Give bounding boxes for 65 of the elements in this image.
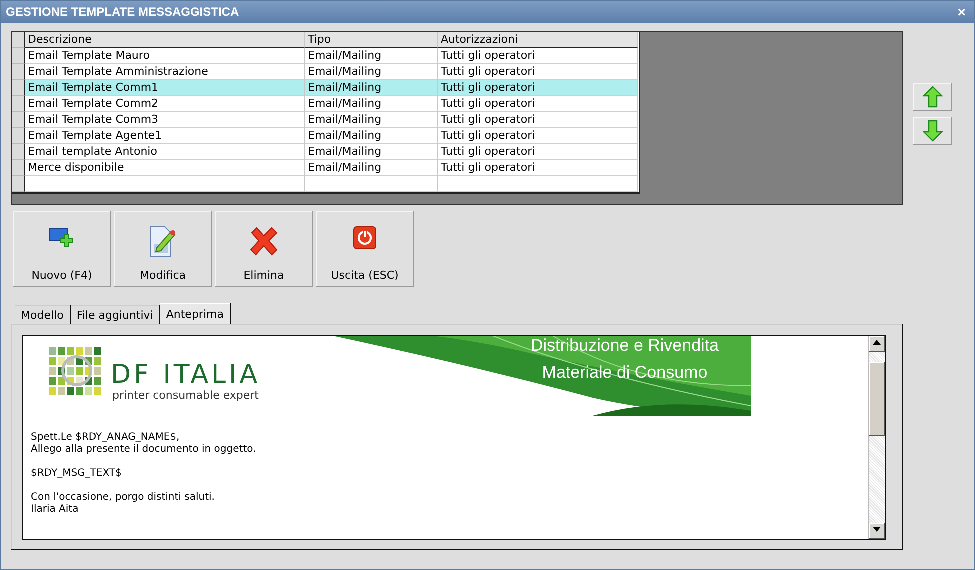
table-cell[interactable]: Email/Mailing: [305, 64, 438, 80]
table-cell[interactable]: Email Template Comm3: [25, 112, 305, 128]
banner-headline: Distribuzione e Rivendita: [530, 337, 719, 355]
table-cell[interactable]: Tutti gli operatori: [438, 144, 638, 160]
table-cell[interactable]: Email Template Comm2: [25, 96, 305, 112]
row-header[interactable]: [12, 112, 25, 128]
delete-x-icon: [249, 226, 279, 256]
table-cell[interactable]: Email/Mailing: [305, 80, 438, 96]
down-triangle-icon: [873, 527, 881, 532]
column-header[interactable]: Descrizione: [25, 32, 305, 48]
brand-tagline: printer consumable expert: [112, 388, 259, 402]
toolbar-button[interactable]: Modifica: [114, 211, 212, 287]
tab[interactable]: Modello: [15, 305, 71, 324]
table-cell[interactable]: Email Template Amministrazione: [25, 64, 305, 80]
email-paragraph: Con l'occasione, porgo distinti saluti. Ilaria Aita: [31, 492, 216, 516]
banner-headline: Materiale di Consumo: [542, 363, 708, 383]
table-cell[interactable]: Tutti gli operatori: [438, 160, 638, 176]
row-header[interactable]: [12, 160, 25, 176]
table-cell[interactable]: Email/Mailing: [305, 128, 438, 144]
edit-document-icon: [149, 226, 177, 258]
row-header[interactable]: [12, 64, 25, 80]
up-arrow-icon: [922, 86, 942, 108]
table-cell[interactable]: Email/Mailing: [305, 96, 438, 112]
move-up-button[interactable]: [913, 83, 952, 111]
table-cell[interactable]: Email Template Mauro: [25, 48, 305, 64]
row-header[interactable]: [12, 48, 25, 64]
table-cell[interactable]: Email/Mailing: [305, 160, 438, 176]
column-header[interactable]: Autorizzazioni: [438, 32, 638, 48]
column-header[interactable]: Tipo: [305, 32, 438, 48]
scroll-down-button[interactable]: [869, 523, 885, 539]
toolbar-button[interactable]: Uscita (ESC): [316, 211, 414, 287]
table-cell[interactable]: Tutti gli operatori: [438, 48, 638, 64]
table-cell[interactable]: Tutti gli operatori: [438, 96, 638, 112]
table-cell[interactable]: Tutti gli operatori: [438, 64, 638, 80]
tab[interactable]: Anteprima: [160, 303, 231, 324]
down-arrow-icon: [922, 120, 942, 142]
table-cell[interactable]: Tutti gli operatori: [438, 128, 638, 144]
table-cell[interactable]: Email Template Agente1: [25, 128, 305, 144]
add-window-icon: [49, 226, 75, 248]
table-cell[interactable]: Email template Antonio: [25, 144, 305, 160]
table-cell[interactable]: Tutti gli operatori: [438, 80, 638, 96]
toolbar-button[interactable]: Elimina: [215, 211, 313, 287]
email-paragraph: $RDY_MSG_TEXT$: [31, 468, 123, 480]
scroll-up-button[interactable]: [869, 336, 885, 352]
table-cell[interactable]: Email/Mailing: [305, 48, 438, 64]
window-title: GESTIONE TEMPLATE MESSAGGISTICA: [6, 5, 240, 19]
table-cell[interactable]: Tutti gli operatori: [438, 112, 638, 128]
vertical-scrollbar[interactable]: [868, 336, 885, 539]
power-icon: [353, 226, 377, 250]
table-cell[interactable]: Email/Mailing: [305, 144, 438, 160]
table-cell[interactable]: Email/Mailing: [305, 112, 438, 128]
row-header[interactable]: [12, 144, 25, 160]
row-header[interactable]: [12, 96, 25, 112]
tab[interactable]: File aggiuntivi: [70, 305, 160, 324]
table-cell[interactable]: Merce disponibile: [25, 160, 305, 176]
up-triangle-icon: [873, 340, 881, 345]
email-paragraph: Spett.Le $RDY_ANAG_NAME$, Allego alla presente il documento in oggetto.: [31, 432, 258, 456]
row-header: [12, 32, 25, 48]
table-cell[interactable]: Email Template Comm1: [25, 80, 305, 96]
brand-name: DF ITALIA: [111, 360, 260, 388]
scroll-thumb[interactable]: [869, 362, 885, 436]
row-header[interactable]: [12, 80, 25, 96]
row-header[interactable]: [12, 128, 25, 144]
toolbar-button[interactable]: Nuovo (F4): [13, 211, 111, 287]
move-down-button[interactable]: [913, 117, 952, 145]
